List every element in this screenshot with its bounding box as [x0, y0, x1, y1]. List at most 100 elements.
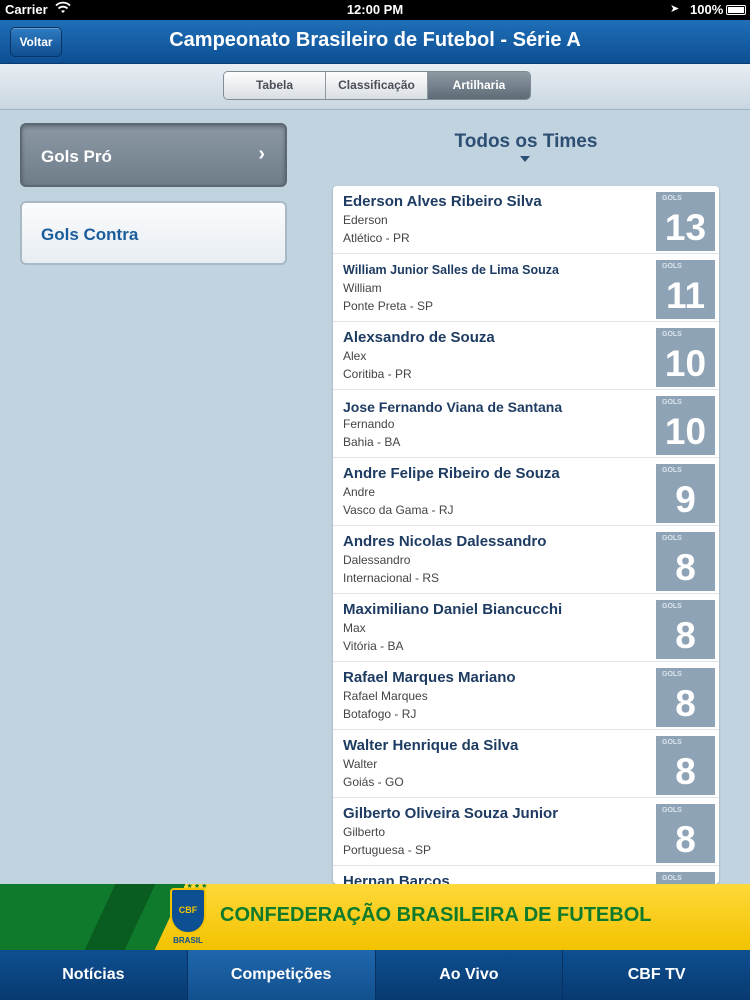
goals-label: GOLS	[662, 671, 682, 678]
team-filter-dropdown[interactable]: Todos os Times	[333, 131, 719, 153]
goals-value: 8	[675, 547, 696, 588]
goals-badge: GOLS 8	[656, 600, 715, 659]
menu-item-label: Gols Pró	[41, 147, 112, 166]
goals-badge: GOLS 8	[656, 804, 715, 863]
status-time: 12:00 PM	[346, 2, 404, 17]
goals-badge: GOLS 10	[656, 328, 715, 387]
player-name: Ederson Alves Ribeiro Silva	[343, 193, 542, 210]
tab-competicoes[interactable]: Competições	[187, 950, 376, 1000]
goals-badge: GOLS 11	[656, 260, 715, 319]
player-nickname: Rafael Marques	[343, 689, 428, 703]
player-nickname: Gilberto	[343, 825, 386, 839]
player-name: Jose Fernando Viana de Santana	[343, 399, 563, 415]
goals-value: 10	[664, 411, 707, 452]
goals-label: GOLS	[662, 331, 682, 338]
player-name: Gilberto Oliveira Souza Junior	[343, 805, 559, 822]
player-team: Vitória - BA	[343, 639, 404, 653]
list-item[interactable]: Alexsandro de Souza Alex Coritiba - PR G…	[333, 322, 719, 390]
player-name: Walter Henrique da Silva	[343, 737, 519, 754]
player-team: Coritiba - PR	[343, 367, 412, 381]
list-item[interactable]: Hernan Barcos GOLS	[333, 866, 719, 884]
location-arrow-icon: ➤	[670, 3, 680, 15]
page-title: Campeonato Brasileiro de Futebol - Série…	[169, 29, 581, 51]
goals-label: GOLS	[662, 263, 682, 270]
player-team: Internacional - RS	[343, 571, 440, 585]
banner-title: CONFEDERAÇÃO BRASILEIRA DE FUTEBOL	[220, 904, 652, 926]
cbf-crest-logo: CBF	[170, 888, 206, 934]
battery-icon	[726, 5, 746, 15]
player-nickname: Ederson	[343, 213, 388, 227]
segment-bar: Tabela Classificação Artilharia	[0, 64, 750, 110]
list-item[interactable]: William Junior Salles de Lima Souza Will…	[333, 254, 719, 322]
cbf-banner[interactable]: ★★★★★ CBF BRASIL CONFEDERAÇÃO BRASILEIRA…	[0, 884, 750, 950]
segmented-control: Tabela Classificação Artilharia	[223, 71, 531, 100]
segment-tabela[interactable]: Tabela	[224, 72, 326, 99]
list-item[interactable]: Jose Fernando Viana de Santana Fernando …	[333, 390, 719, 458]
segment-artilharia[interactable]: Artilharia	[428, 72, 530, 99]
goals-value: 8	[675, 819, 696, 860]
player-name: William Junior Salles de Lima Souza	[343, 263, 559, 277]
goals-badge: GOLS 9	[656, 464, 715, 523]
goals-value: 11	[665, 275, 706, 316]
goals-value: 8	[675, 683, 696, 724]
goals-value: 13	[664, 207, 707, 248]
goals-badge: GOLS 8	[656, 532, 715, 591]
list-item[interactable]: Ederson Alves Ribeiro Silva Ederson Atlé…	[333, 186, 719, 254]
player-team: Goiás - GO	[343, 775, 404, 789]
goals-badge: GOLS 10	[656, 396, 715, 455]
player-team: Atlético - PR	[343, 231, 410, 245]
player-team: Portuguesa - SP	[343, 843, 432, 857]
goals-value: 10	[664, 343, 707, 384]
goals-badge: GOLS 8	[656, 668, 715, 727]
goals-label: GOLS	[662, 875, 682, 882]
tab-noticias[interactable]: Notícias	[0, 950, 188, 1000]
goals-value: 8	[675, 751, 696, 792]
goals-value: 9	[675, 479, 696, 520]
player-nickname: Walter	[343, 757, 378, 771]
goals-value: 8	[675, 615, 696, 656]
scorers-list[interactable]: Ederson Alves Ribeiro Silva Ederson Atlé…	[333, 186, 719, 884]
player-nickname: Alex	[343, 349, 367, 363]
player-name: Andres Nicolas Dalessandro	[343, 533, 547, 550]
menu-item-label: Gols Contra	[41, 225, 139, 244]
player-nickname: Max	[343, 621, 366, 635]
menu-item-gols-pro[interactable]: Gols Pró ›	[20, 123, 287, 187]
goals-label: GOLS	[662, 807, 682, 814]
menu-item-gols-contra[interactable]: Gols Contra	[20, 201, 287, 265]
goals-label: GOLS	[662, 535, 682, 542]
goals-label: GOLS	[662, 467, 682, 474]
tab-cbf-tv[interactable]: CBF TV	[563, 950, 750, 1000]
goals-label: GOLS	[662, 195, 682, 202]
player-nickname: Andre	[343, 485, 376, 499]
list-item[interactable]: Rafael Marques Mariano Rafael Marques Bo…	[333, 662, 719, 730]
player-team: Bahia - BA	[343, 435, 401, 449]
goals-label: GOLS	[662, 399, 682, 406]
goals-label: GOLS	[662, 739, 682, 746]
status-bar: Carrier 12:00 PM ➤ 100%	[0, 0, 750, 20]
player-nickname: Dalessandro	[343, 553, 411, 567]
list-item[interactable]: Walter Henrique da Silva Walter Goiás - …	[333, 730, 719, 798]
player-name: Andre Felipe Ribeiro de Souza	[343, 465, 560, 482]
player-nickname: Fernando	[343, 417, 395, 431]
list-item[interactable]: Gilberto Oliveira Souza Junior Gilberto …	[333, 798, 719, 866]
goals-badge: GOLS 8	[656, 736, 715, 795]
navigation-bar: Voltar Campeonato Brasileiro de Futebol …	[0, 20, 750, 64]
player-team: Vasco da Gama - RJ	[343, 503, 454, 517]
goals-badge: GOLS	[656, 872, 715, 884]
crest-caption: BRASIL	[173, 936, 203, 945]
player-nickname: William	[343, 281, 382, 295]
player-team: Ponte Preta - SP	[343, 299, 434, 313]
tab-ao-vivo[interactable]: Ao Vivo	[376, 950, 564, 1000]
goals-label: GOLS	[662, 603, 682, 610]
player-team: Botafogo - RJ	[343, 707, 417, 721]
player-name: Rafael Marques Mariano	[343, 669, 516, 686]
player-name: Hernan Barcos	[343, 873, 450, 884]
caret-down-icon	[520, 156, 530, 162]
segment-classificacao[interactable]: Classificação	[326, 72, 428, 99]
tab-bar: Notícias Competições Ao Vivo CBF TV	[0, 950, 750, 1000]
list-item[interactable]: Maximiliano Daniel Biancucchi Max Vitóri…	[333, 594, 719, 662]
chevron-right-icon: ›	[258, 143, 265, 165]
list-item[interactable]: Andres Nicolas Dalessandro Dalessandro I…	[333, 526, 719, 594]
player-name: Alexsandro de Souza	[343, 329, 495, 346]
list-item[interactable]: Andre Felipe Ribeiro de Souza Andre Vasc…	[333, 458, 719, 526]
